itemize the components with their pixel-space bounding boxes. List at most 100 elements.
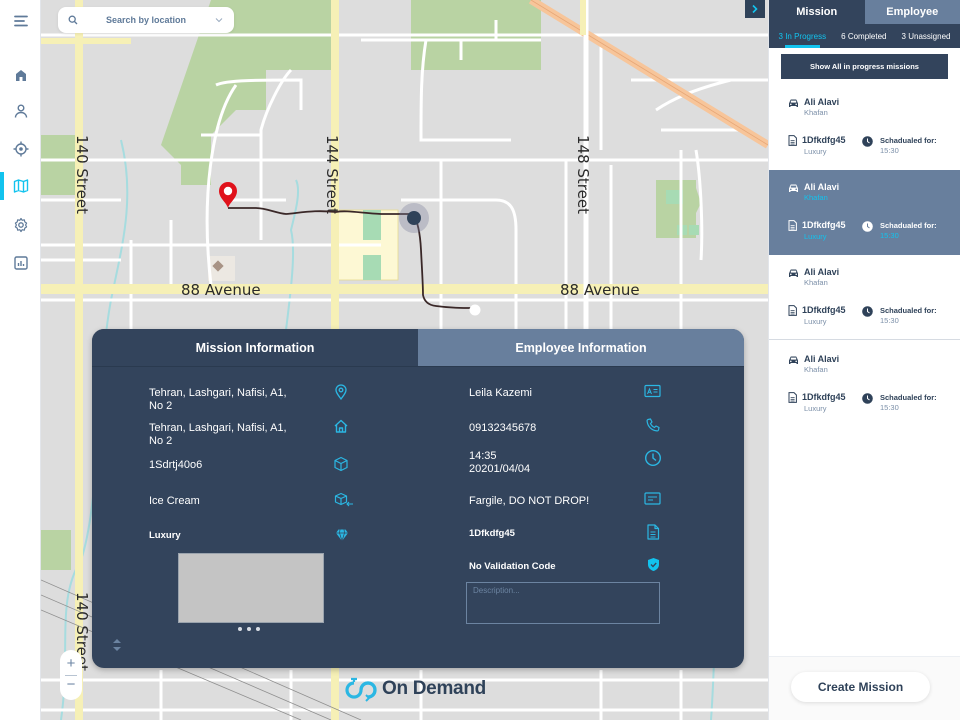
missions-panel: Mission Employee 3 In Progress 6 Complet… (768, 0, 960, 720)
tab-mission-information[interactable]: Mission Information (92, 329, 418, 366)
mission-list-item[interactable]: Ali Alavi Khafan 1Dfkdfg45 Luxury Schadu… (769, 255, 960, 340)
subtab-completed[interactable]: 6 Completed (841, 24, 886, 48)
rail-item-home[interactable] (0, 61, 41, 89)
location-pin-icon (335, 384, 347, 400)
map-view[interactable]: 140 Street 144 Street 148 Street 88 Aven… (41, 0, 768, 720)
brand-logo: On Demand (344, 676, 486, 702)
package-id: 1Sdrtj40o6 (149, 459, 203, 471)
driver-name: Ali Alavi (804, 267, 840, 277)
brand-name: On Demand (382, 678, 486, 699)
origin-address: Tehran, Lashgari, Nafisi, A1, No 2 (149, 387, 287, 412)
create-mission-button[interactable]: Create Mission (791, 672, 930, 702)
subtab-in-progress[interactable]: 3 In Progress (779, 24, 826, 48)
park-area (41, 530, 71, 570)
avenue-label-88-east: 88 Avenue (560, 281, 640, 299)
scheduled-label: Schadualed for: (880, 136, 937, 145)
driver-name: Ali Alavi (804, 97, 840, 107)
zoom-out-button[interactable]: − (67, 676, 76, 695)
search-placeholder: Search by location (105, 15, 187, 25)
driver-area: Khafan (804, 278, 828, 287)
employee-phone: 09132345678 (469, 422, 537, 434)
rail-item-reports[interactable] (0, 249, 41, 277)
tab-employee[interactable]: Employee (864, 0, 960, 24)
search-icon (68, 15, 78, 25)
avenue-label-88: 88 Avenue (181, 281, 261, 299)
mission-status-tabs: 3 In Progress 6 Completed 3 Unassigned (769, 24, 960, 48)
package-type: Ice Cream (149, 495, 200, 507)
street-label-140: 140 Street (73, 135, 91, 214)
mission-list-item[interactable]: Ali Alavi Khafan 1Dfkdfg45 Luxury Schadu… (769, 85, 960, 170)
location-search[interactable]: Search by location (58, 7, 234, 33)
employee-note: Fargile, DO NOT DROP! (469, 495, 590, 507)
box-icon (334, 456, 348, 472)
description-input[interactable] (466, 582, 660, 624)
user-icon (14, 104, 27, 118)
scheduled-time: 15:30 (880, 231, 899, 240)
tab-divider (92, 366, 744, 367)
show-all-missions-button[interactable]: Show All in progress missions (781, 54, 948, 79)
tab-employee-information[interactable]: Employee Information (418, 329, 744, 366)
sort-arrows-icon[interactable] (111, 635, 123, 655)
clock-icon (862, 306, 873, 317)
scheduled-time: 15:30 (880, 316, 899, 325)
mission-class: Luxury (804, 404, 827, 413)
employee-time: 14:35 (469, 450, 497, 462)
stream (285, 179, 300, 331)
box-return-icon (334, 492, 353, 507)
menu-button[interactable] (0, 7, 41, 35)
origin-pin-icon[interactable] (219, 182, 237, 208)
app-root: 140 Street 144 Street 148 Street 88 Aven… (0, 0, 960, 720)
sports-field (363, 255, 381, 280)
collapse-panel-button[interactable] (745, 0, 765, 18)
sports-field (689, 225, 699, 235)
panel-footer: Create Mission (769, 656, 960, 720)
driver-area: Khafan (804, 108, 828, 117)
card-tabs: Mission Information Employee Information (92, 329, 744, 366)
destination-address: Tehran, Lashgari, Nafisi, A1, No 2 (149, 422, 287, 447)
highway-edge (530, 0, 768, 146)
employee-date: 20201/04/04 (469, 463, 531, 475)
home-icon (334, 419, 348, 433)
message-icon (644, 492, 661, 505)
mission-class: Luxury (804, 232, 827, 241)
document-icon (788, 392, 797, 403)
chevron-right-icon (752, 4, 758, 14)
document-icon (788, 220, 797, 231)
chevron-down-icon[interactable] (214, 15, 224, 25)
rail-item-users[interactable] (0, 97, 41, 125)
diamond-icon (336, 529, 348, 542)
mission-code: 1Dfkdfg45 (802, 135, 846, 145)
car-icon (789, 184, 798, 192)
image-carousel-dots[interactable] (238, 627, 260, 631)
tab-mission[interactable]: Mission (769, 0, 865, 24)
mission-list-item[interactable]: Ali Alavi Khafan 1Dfkdfg45 Luxury Schadu… (769, 342, 960, 427)
document-icon (788, 135, 797, 146)
subtab-unassigned[interactable]: 3 Unassigned (902, 24, 951, 48)
rail-item-settings[interactable] (0, 211, 41, 239)
mission-list-item[interactable]: Ali Alavi Khafan 1Dfkdfg45 Luxury Schadu… (769, 170, 960, 255)
clock-icon (862, 221, 873, 232)
destination-marker[interactable] (469, 304, 481, 316)
zoom-in-button[interactable]: + (67, 655, 76, 674)
driver-marker[interactable] (407, 211, 421, 225)
clock-icon (862, 136, 873, 147)
gear-icon (14, 217, 27, 233)
report-icon (13, 256, 28, 270)
car-icon (789, 269, 798, 277)
document-icon (647, 524, 660, 540)
left-rail (0, 0, 41, 720)
shield-check-icon (648, 558, 659, 571)
rail-item-map[interactable] (0, 172, 41, 200)
panel-tabs: Mission Employee (769, 0, 960, 24)
car-icon (789, 99, 798, 107)
document-id: 1Dfkdfg45 (469, 528, 515, 539)
driver-area: Khafan (804, 365, 828, 374)
document-icon (788, 305, 797, 316)
validation-status: No Validation Code (469, 561, 556, 572)
rail-item-tracking[interactable] (0, 135, 41, 163)
driver-area: Khafan (804, 193, 828, 202)
mission-class: Luxury (804, 317, 827, 326)
mission-class: Luxury (149, 530, 181, 541)
package-image-placeholder[interactable] (178, 553, 324, 623)
driver-name: Ali Alavi (804, 354, 840, 364)
